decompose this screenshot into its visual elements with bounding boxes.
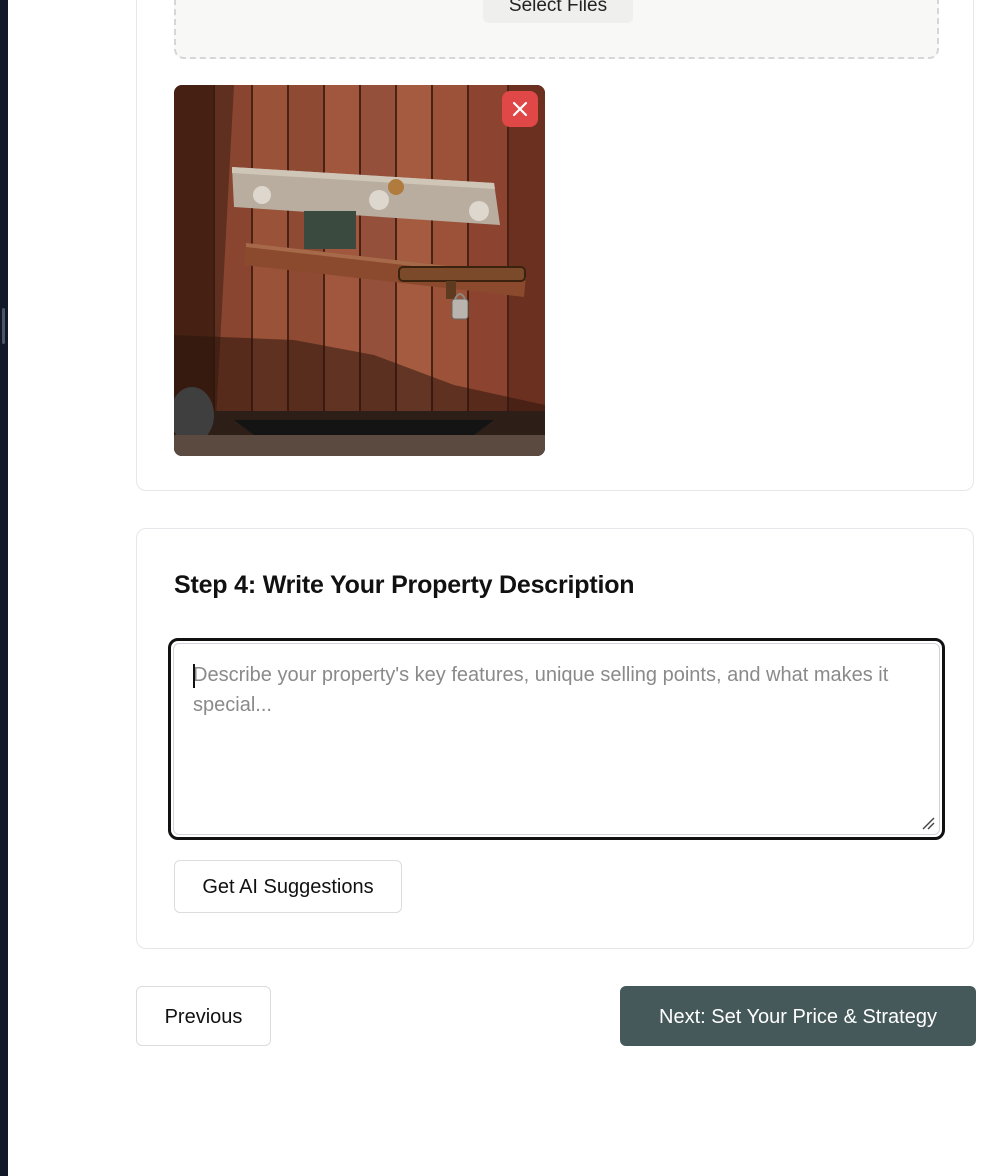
get-ai-suggestions-button[interactable]: Get AI Suggestions — [174, 860, 402, 913]
next-step-button[interactable]: Next: Set Your Price & Strategy — [620, 986, 976, 1046]
text-caret — [193, 664, 195, 688]
textarea-field[interactable]: Describe your property's key features, u… — [173, 643, 940, 835]
uploaded-photo-thumbnail — [174, 85, 545, 456]
close-icon — [512, 101, 528, 117]
description-textarea[interactable]: Describe your property's key features, u… — [168, 638, 945, 840]
step-title: Step 4: Write Your Property Description — [174, 571, 635, 599]
left-sidebar-edge — [0, 0, 8, 1176]
property-description-card: Step 4: Write Your Property Description … — [136, 528, 974, 949]
resize-grip-icon[interactable] — [921, 816, 935, 830]
select-files-button[interactable]: Select Files — [483, 0, 633, 23]
file-dropzone[interactable]: Select Files — [174, 0, 939, 59]
previous-button[interactable]: Previous — [136, 986, 271, 1046]
photo-upload-card: Select Files — [136, 0, 974, 491]
textarea-placeholder: Describe your property's key features, u… — [193, 664, 889, 716]
gate-photo-image — [174, 85, 545, 456]
remove-photo-button[interactable] — [502, 91, 538, 127]
resize-handle[interactable] — [2, 308, 5, 344]
